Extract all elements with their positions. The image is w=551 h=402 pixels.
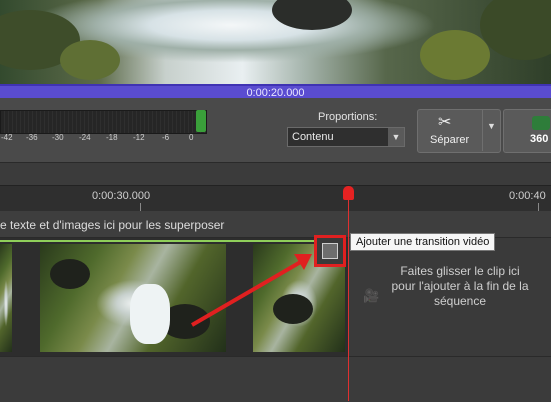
proportions-label: Proportions:	[318, 111, 378, 123]
transition-icon[interactable]	[322, 243, 338, 259]
chevron-down-icon: ▼	[487, 121, 496, 131]
clip-thumbnail[interactable]	[0, 244, 12, 352]
end-drop-hint: Faites glisser le clip ici pour l'ajoute…	[391, 264, 529, 308]
video-preview	[0, 0, 551, 84]
ruler-tick	[538, 203, 539, 211]
preview-foliage	[60, 40, 120, 80]
annotation-arrow	[190, 254, 312, 327]
meter-tick: 0	[189, 133, 194, 142]
camera-icon: 🎥	[363, 288, 380, 303]
meter-tick: -36	[26, 133, 38, 142]
audio-level-indicator	[196, 110, 206, 132]
audio-track[interactable]	[0, 356, 551, 402]
scissors-icon: ✂	[438, 114, 452, 131]
playhead-handle[interactable]	[343, 186, 354, 200]
playhead-line[interactable]	[348, 196, 349, 401]
meter-tick: -18	[106, 133, 118, 142]
360-icon	[532, 116, 550, 130]
preview-rock	[272, 0, 352, 30]
proportions-value: Contenu	[292, 131, 334, 143]
ruler-label: 0:00:30.000	[92, 190, 151, 202]
preview-foliage	[420, 30, 490, 80]
split-button-label: Séparer	[430, 134, 470, 146]
meter-tick: -24	[79, 133, 91, 142]
transition-tooltip: Ajouter une transition vidéo	[350, 233, 496, 251]
thumbnail-rock	[50, 259, 90, 289]
360-button-label: 360	[530, 133, 549, 145]
meter-tick: -30	[52, 133, 64, 142]
split-dropdown-button[interactable]: ▼	[482, 109, 500, 151]
meter-tick: -6	[162, 133, 170, 142]
arrow-shaft	[190, 258, 306, 327]
timeline-header	[0, 163, 551, 185]
meter-tick: -42	[1, 133, 13, 142]
proportions-select[interactable]: Contenu ▼	[287, 127, 405, 147]
preview-foliage	[480, 0, 551, 60]
timeline-ruler[interactable]	[0, 185, 551, 213]
ruler-label: 0:00:40	[509, 190, 546, 202]
chevron-down-icon: ▼	[388, 128, 404, 146]
meter-tick: -12	[133, 133, 145, 142]
audio-level-meter	[0, 110, 207, 134]
ruler-tick	[140, 203, 141, 211]
thumbnail-water	[130, 284, 170, 344]
overlay-track-hint: e texte et d'images ici pour les superpo…	[0, 218, 225, 232]
